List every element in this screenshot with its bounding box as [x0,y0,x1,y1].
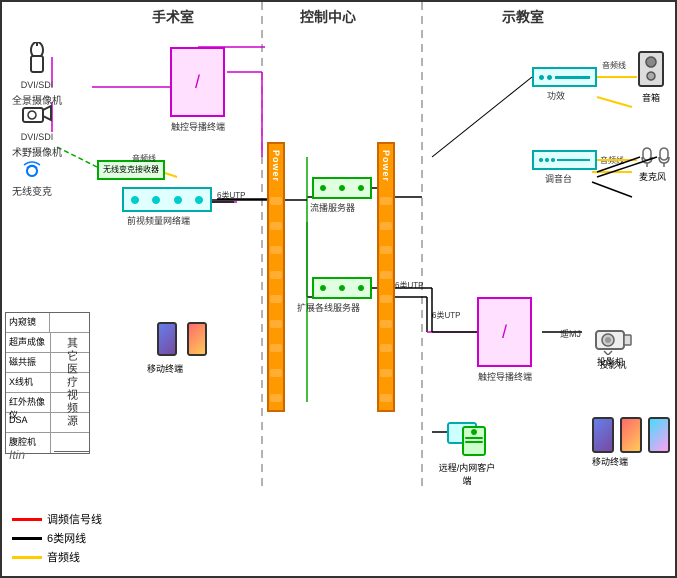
legend-item-0: 调频信号线 [12,511,102,527]
legend-line-1 [12,537,42,540]
legend-label-0: 调频信号线 [47,511,102,527]
touch-screen-2-label: 触控导播终端 [474,370,536,383]
phone-icon-2 [187,322,207,356]
6utp-label-3: 6类UTP [432,310,460,321]
legend-label-1: 6类网线 [47,530,86,546]
main-diagram: 手术室 控制中心 示教室 DVI/SDI 全景摄像机 DVI/SDI 术野摄像机… [0,0,677,578]
sidebar-item-5-label: DSA [6,413,51,432]
control-center-header: 控制中心 [300,7,356,27]
remote-client-label: 远程/内网客户端 [437,461,497,487]
video-encoder-box [122,187,212,212]
mixing-console-label: 调音台 [545,172,572,185]
6utp-label-1: 6类UTP [217,190,245,201]
tablet-icon-2 [620,417,642,453]
sidebar-merged-cell: 其它医疗视频源 [54,312,90,452]
phone-icon-1 [157,322,177,356]
6utp-label-2: 6类UTP [395,280,423,291]
amplifier-label: 功效 [547,89,565,102]
projector-label-text: 投影机 [597,355,624,368]
microphone-label: 麦克风 [639,170,666,183]
legend-item-2: 音频线 [12,549,102,565]
remote-control-label: 遥MJ [560,327,581,340]
audio-line-label-1: 音频线 [132,153,156,164]
speaker-label: 音箱 [637,91,665,104]
demo-room-header: 示教室 [502,7,544,27]
power-strip-right: Power [377,142,395,412]
microphone-1-device [640,147,654,172]
mobile-terminal-label: 移动终端 [147,362,183,375]
power-strip-left: Power [267,142,285,412]
sidebar-item-4-label: 红外热像仪 [6,393,51,412]
tablet-icon-3 [648,417,670,453]
surgery-room-header: 手术室 [152,7,194,27]
video-encoder-label: 前视频量网络端 [127,214,190,227]
tablet-icon-1 [592,417,614,453]
streaming-server-box [312,177,372,199]
legend-area: 调频信号线 6类网线 音频线 [12,511,102,568]
expansion-server-label: 扩展各线服务器 [297,301,360,314]
dvi-sdi-label-2: DVI/SDI [21,132,54,142]
amplifier-box [532,67,597,87]
expansion-server-box [312,277,372,299]
streaming-server-label: 流播服务器 [310,201,355,214]
audio-line-label-2: 音频线 [602,60,626,71]
remote-client-device: 远程/内网客户端 [447,422,497,487]
mobile-tablet-area [592,417,670,453]
wireless-device: 无线变克 [12,157,52,198]
mobile-terminal-1-device [157,322,177,356]
legend-label-2: 音频线 [47,549,80,565]
sidebar-item-1-label: 超声成像 [6,333,51,352]
sidebar-vertical-text: 其它医疗视频源 [64,337,80,428]
touch-screen-2-box: / [477,297,532,367]
legend-line-0 [12,518,42,521]
wireless-receiver-label: 无线变克 [12,183,52,198]
mobile-terminal-2-device [187,322,207,356]
dvi-sdi-label-1: DVI/SDI [21,80,54,90]
sidebar-item-2-label: 磁共振 [6,353,51,372]
touch-screen-1-box: / [170,47,225,117]
audio-line-label-3: 音频线 [600,155,624,166]
speaker-device: 音箱 [637,50,665,104]
touch-screen-1-label: 触控导播终端 [167,120,229,133]
legend-item-1: 6类网线 [12,530,102,546]
itin-watermark: Itin [9,448,25,462]
mixing-console-box [532,150,597,170]
surgical-camera-device: DVI/SDI 术野摄像机 [12,102,62,159]
sidebar-item-0-label: 内窥镜 [6,313,50,332]
legend-line-2 [12,556,42,559]
sidebar-item-3-label: X线机 [6,373,51,392]
microphone-2-device [657,147,671,172]
panoramic-camera-device: DVI/SDI 全景摄像机 [12,42,62,107]
mobile-tablet-label: 移动终端 [592,455,628,468]
